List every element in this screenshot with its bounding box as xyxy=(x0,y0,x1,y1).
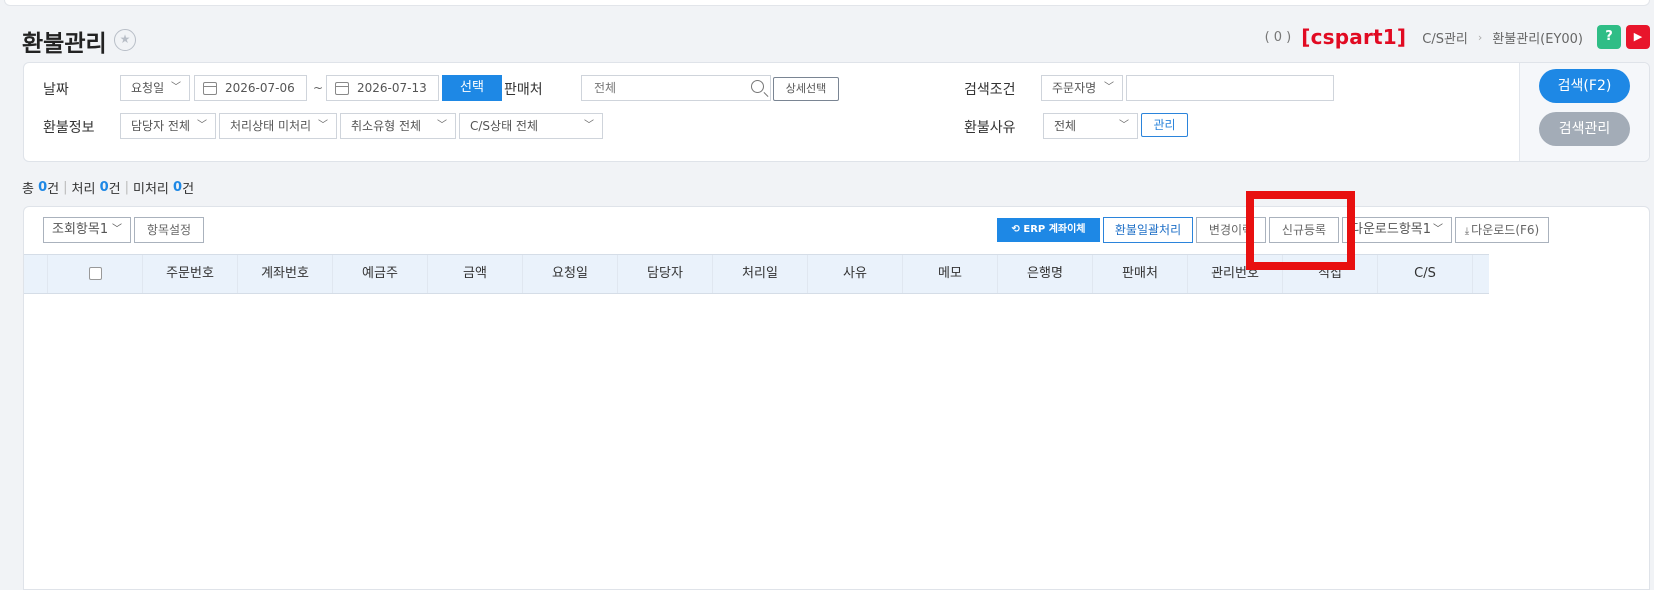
refund-info-label: 환불정보 xyxy=(43,120,95,136)
download-label: 다운로드(F6) xyxy=(1471,223,1540,237)
col-seller[interactable]: 판매처 xyxy=(1093,255,1188,293)
search-manage-button[interactable]: 검색관리 xyxy=(1539,112,1630,146)
chevron-down-icon: ﹀ xyxy=(584,120,594,131)
total-label: 총 xyxy=(22,182,34,197)
date-from-input[interactable]: 2026-07-06 xyxy=(194,75,307,101)
search-side-panel: 검색(F2) 검색관리 xyxy=(1519,63,1649,161)
select-all-checkbox[interactable] xyxy=(88,267,102,280)
erp-transfer-button[interactable]: ⟲ ERP 계좌이체 xyxy=(997,218,1100,242)
item-settings-button[interactable]: 항목설정 xyxy=(134,217,204,243)
highlight-box xyxy=(1246,191,1355,270)
row-marker-column xyxy=(24,255,48,293)
calendar-icon xyxy=(203,82,217,95)
col-request-date[interactable]: 요청일 xyxy=(523,255,618,293)
divider: | xyxy=(63,180,68,195)
chevron-down-icon: ﹀ xyxy=(1433,224,1443,235)
chevron-down-icon: ﹀ xyxy=(437,120,447,131)
cs-status-select[interactable]: C/S상태 전체 ﹀ xyxy=(459,113,603,139)
reason-manage-button[interactable]: 관리 xyxy=(1141,113,1188,137)
undone-count: 0 xyxy=(173,180,183,195)
manager-select[interactable]: 담당자 전체 ﹀ xyxy=(120,113,216,139)
top-strip xyxy=(4,0,1650,6)
chevron-down-icon: ﹀ xyxy=(1104,82,1114,93)
col-cs[interactable]: C/S xyxy=(1378,255,1473,293)
col-process-date[interactable]: 처리일 xyxy=(713,255,808,293)
chevron-down-icon: ﹀ xyxy=(1119,120,1129,131)
col-order-no[interactable]: 주문번호 xyxy=(143,255,238,293)
cs-status-value: C/S상태 전체 xyxy=(470,119,539,133)
chevron-down-icon: ﹀ xyxy=(112,224,122,235)
done-label: 처리 xyxy=(71,182,96,197)
search-condition-label: 검색조건 xyxy=(964,82,1016,98)
date-separator: ~ xyxy=(313,81,324,95)
user-id: [cspart1] xyxy=(1301,25,1407,49)
refund-reason-select[interactable]: 전체 ﹀ xyxy=(1043,113,1138,139)
seller-input[interactable]: 전체 xyxy=(581,75,771,101)
view-items-value: 조회항목1 xyxy=(52,222,109,237)
search-condition-input[interactable] xyxy=(1126,75,1334,101)
col-bank[interactable]: 은행명 xyxy=(998,255,1093,293)
chevron-down-icon: ﹀ xyxy=(197,120,207,131)
download-items-value: 다운로드항목1 xyxy=(1351,222,1432,237)
date-type-value: 요청일 xyxy=(131,81,165,95)
col-manager[interactable]: 담당자 xyxy=(618,255,713,293)
date-select-button[interactable]: 선택 xyxy=(442,75,502,101)
download-button[interactable]: ⤓ 다운로드(F6) xyxy=(1455,217,1549,243)
search-condition-value: 주문자명 xyxy=(1052,81,1097,95)
chevron-down-icon: ﹀ xyxy=(318,120,328,131)
done-count: 0 xyxy=(99,180,109,195)
undone-unit: 건 xyxy=(182,182,195,197)
col-depositor[interactable]: 예금주 xyxy=(333,255,428,293)
select-all-cell xyxy=(48,255,143,293)
date-label: 날짜 xyxy=(43,82,69,98)
seller-label: 판매처 xyxy=(504,82,543,98)
total-count: 0 xyxy=(38,180,48,195)
refund-reason-value: 전체 xyxy=(1054,119,1077,133)
manager-value: 담당자 전체 xyxy=(131,119,191,133)
date-to-value: 2026-07-13 xyxy=(357,81,427,95)
total-unit: 건 xyxy=(47,182,60,197)
summary: 총 0건 | 처리 0건 | 미처리 0건 xyxy=(22,178,194,197)
breadcrumb-cs[interactable]: C/S관리 xyxy=(1422,28,1468,47)
youtube-button[interactable]: ▶ xyxy=(1626,25,1650,49)
search-condition-select[interactable]: 주문자명 ﹀ xyxy=(1041,75,1123,101)
date-type-select[interactable]: 요청일 ﹀ xyxy=(120,75,190,101)
breadcrumb-refund: 환불관리(EY00) xyxy=(1492,31,1583,47)
divider: | xyxy=(124,180,129,195)
seller-value: 전체 xyxy=(594,81,617,95)
favorite-star-icon[interactable]: ★ xyxy=(114,29,136,51)
header-right: ( 0 ) [cspart1] C/S관리 › 환불관리(EY00) ? ▶ xyxy=(1265,24,1654,50)
erp-icon: ⟲ xyxy=(1011,224,1024,235)
date-to-input[interactable]: 2026-07-13 xyxy=(326,75,439,101)
download-items-select[interactable]: 다운로드항목1 ﹀ xyxy=(1342,217,1452,243)
notice-count[interactable]: ( 0 ) xyxy=(1265,30,1292,45)
date-from-value: 2026-07-06 xyxy=(225,81,295,95)
status-value: 처리상태 미처리 xyxy=(230,119,312,133)
erp-transfer-label: ERP 계좌이체 xyxy=(1023,224,1086,235)
col-reason[interactable]: 사유 xyxy=(808,255,903,293)
cancel-type-select[interactable]: 취소유형 전체 ﹀ xyxy=(340,113,456,139)
view-items-select[interactable]: 조회항목1 ﹀ xyxy=(43,217,131,243)
help-button[interactable]: ? xyxy=(1597,25,1621,49)
bulk-refund-button[interactable]: 환불일괄처리 xyxy=(1103,217,1193,243)
undone-label: 미처리 xyxy=(132,182,169,197)
chevron-down-icon: ﹀ xyxy=(171,82,181,93)
page-title: 환불관리 xyxy=(22,31,107,57)
search-icon[interactable] xyxy=(751,80,764,93)
detail-select-button[interactable]: 상세선택 xyxy=(773,77,839,101)
col-memo[interactable]: 메모 xyxy=(903,255,998,293)
done-unit: 건 xyxy=(108,182,121,197)
refund-reason-label: 환불사유 xyxy=(964,120,1016,136)
col-amount[interactable]: 금액 xyxy=(428,255,523,293)
download-icon: ⤓ xyxy=(1464,226,1470,237)
col-account-no[interactable]: 계좌번호 xyxy=(238,255,333,293)
chevron-right-icon: › xyxy=(1477,30,1483,44)
calendar-icon xyxy=(335,82,349,95)
status-select[interactable]: 처리상태 미처리 ﹀ xyxy=(219,113,337,139)
search-panel: 날짜 요청일 ﹀ 2026-07-06 ~ 2026-07-13 선택 판매처 전… xyxy=(23,62,1650,162)
search-button[interactable]: 검색(F2) xyxy=(1539,69,1630,103)
cancel-type-value: 취소유형 전체 xyxy=(351,119,422,133)
